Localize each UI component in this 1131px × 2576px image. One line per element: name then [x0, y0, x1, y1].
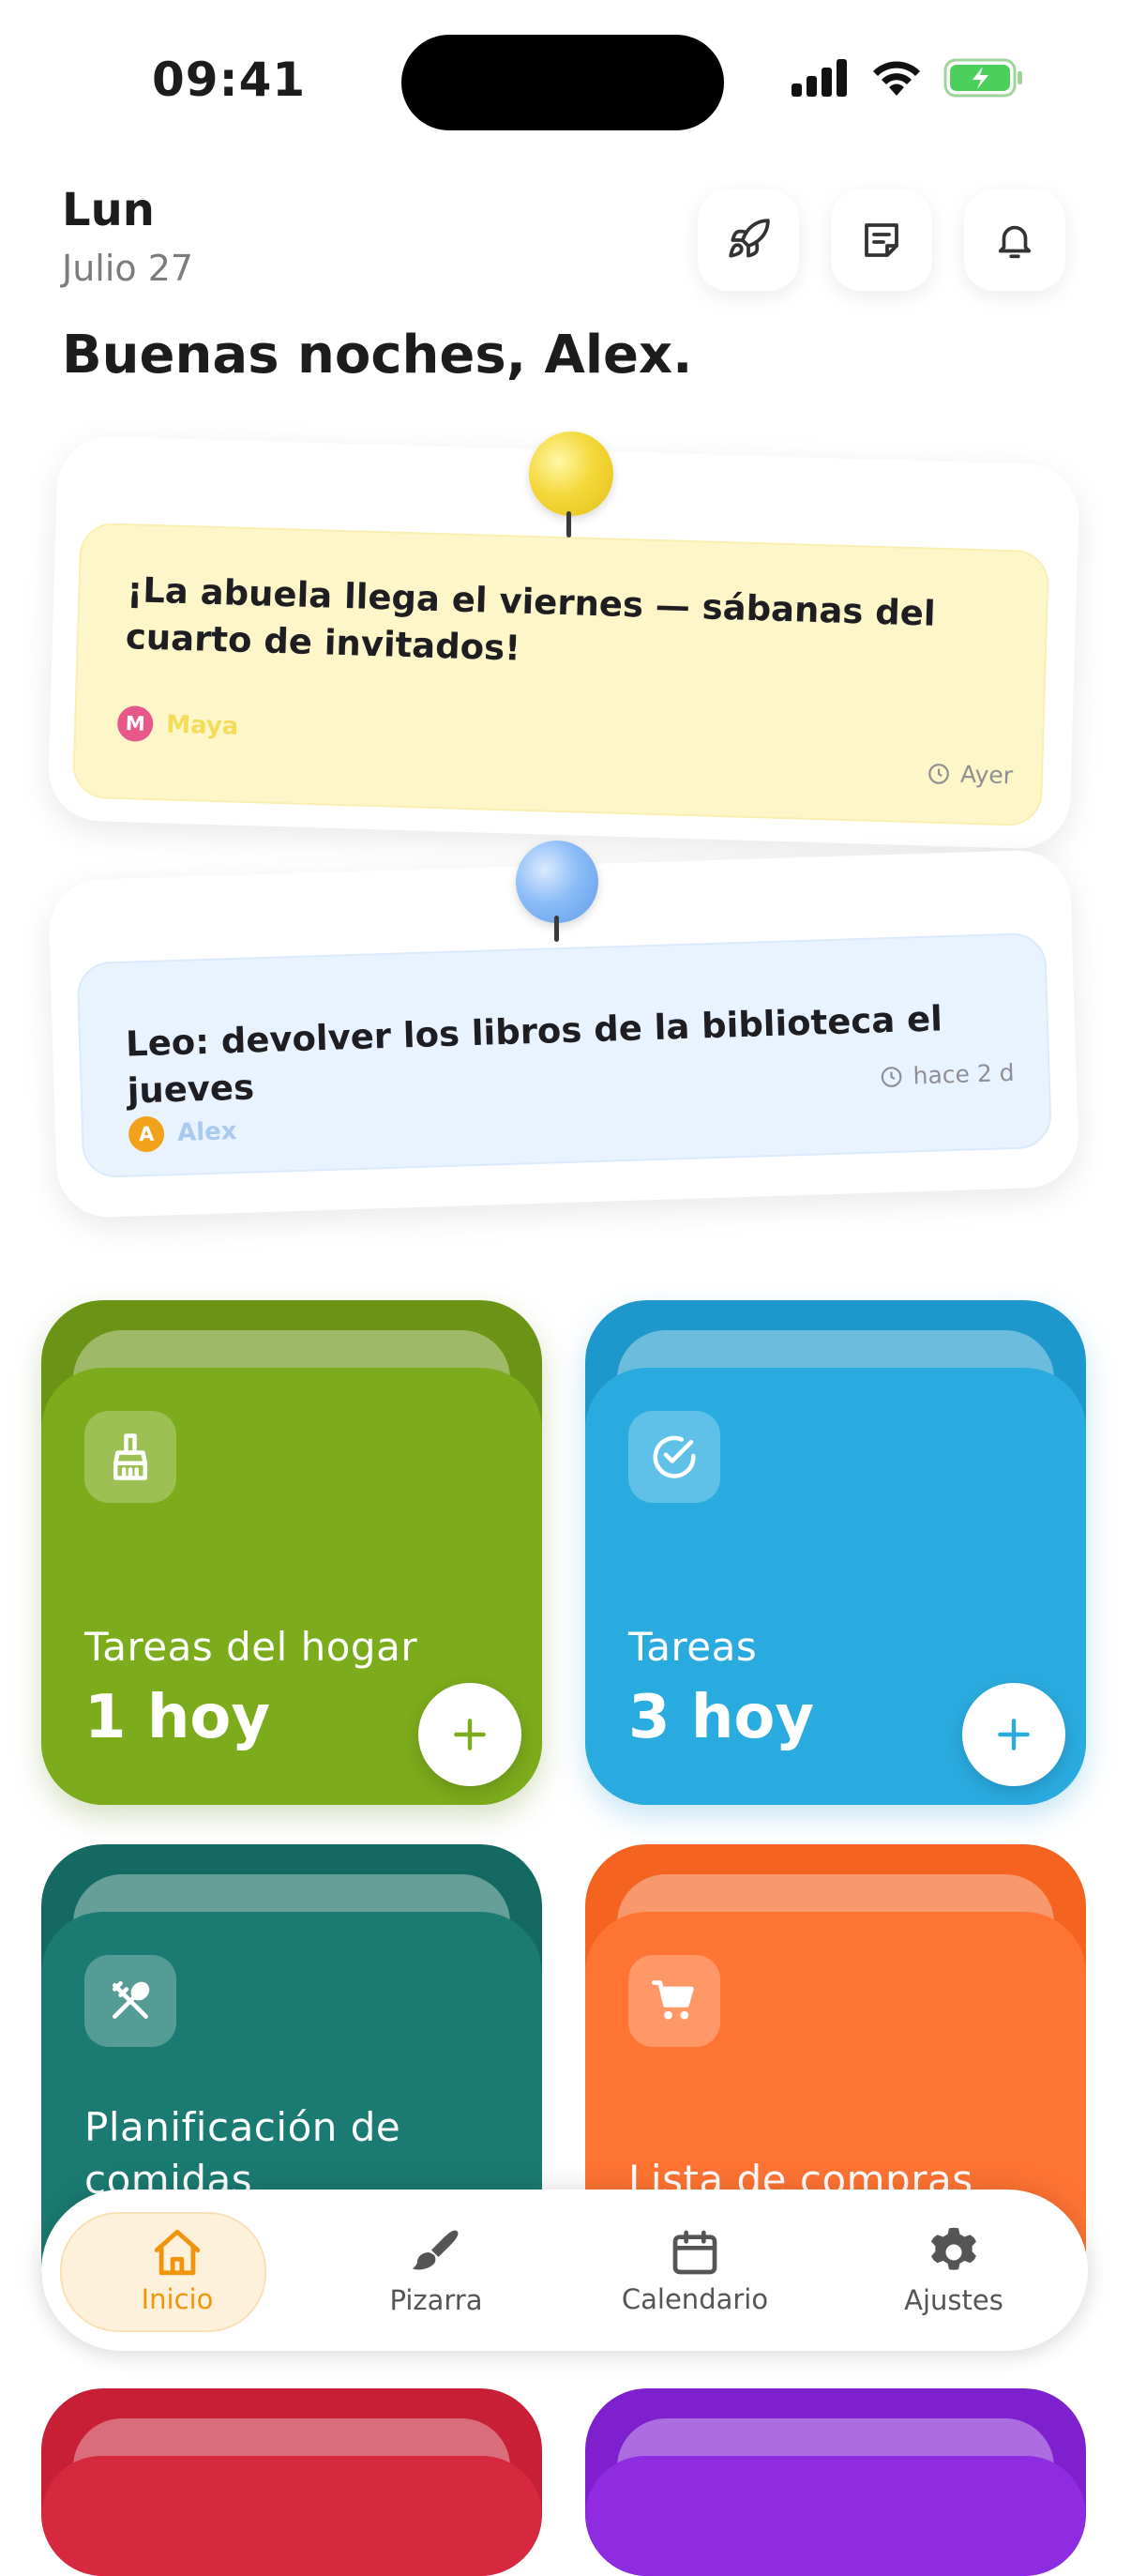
- tile-icon-box: [84, 1411, 176, 1503]
- clock-icon: [928, 763, 950, 784]
- tab-label: Pizarra: [389, 2284, 483, 2316]
- utensils-icon: [113, 1980, 150, 2019]
- tab-label: Ajustes: [904, 2284, 1003, 2316]
- rocket-icon: [729, 219, 770, 258]
- tab-bar: Inicio Pizarra Calendario Ajustes: [41, 2190, 1088, 2351]
- rocket-button[interactable]: [698, 189, 799, 291]
- tile-icon-box: [628, 1411, 720, 1503]
- tile-icon-box: [84, 1955, 176, 2047]
- note-icon: [865, 223, 898, 257]
- status-time: 09:41: [152, 53, 307, 107]
- add-task-button[interactable]: [962, 1683, 1065, 1786]
- check-circle-icon: [653, 1435, 696, 1478]
- notes-button[interactable]: [831, 189, 932, 291]
- weekday-label: Lun: [62, 184, 155, 236]
- note-author: A Alex: [128, 1114, 238, 1153]
- tile-title: Tareas: [628, 1624, 758, 1670]
- tile-tasks[interactable]: Tareas 3 hoy: [585, 1300, 1086, 1805]
- note-timestamp: hace 2 d: [879, 1059, 1015, 1091]
- tab-settings[interactable]: Ajustes: [837, 2190, 1071, 2351]
- plus-icon: [454, 1719, 486, 1750]
- clock-icon: [881, 1066, 902, 1087]
- broom-icon: [113, 1433, 147, 1480]
- tile-count: 1 hoy: [84, 1683, 271, 1752]
- tile-purple[interactable]: [585, 2388, 1086, 2576]
- pin-icon: [516, 841, 598, 923]
- pin-icon: [529, 432, 613, 516]
- add-chore-button[interactable]: [418, 1683, 521, 1786]
- tile-front: [585, 2456, 1086, 2576]
- avatar: A: [128, 1115, 165, 1153]
- wifi-icon: [873, 61, 920, 96]
- pin-needle: [566, 511, 571, 538]
- calendar-icon: [672, 2230, 717, 2275]
- note-author: M Maya: [116, 705, 239, 745]
- tab-label: Inicio: [141, 2283, 214, 2315]
- timestamp-text: hace 2 d: [912, 1058, 1015, 1090]
- greeting: Buenas noches, Alex.: [62, 325, 693, 386]
- home-icon: [154, 2229, 201, 2276]
- tab-board[interactable]: Pizarra: [319, 2190, 553, 2351]
- gear-icon: [931, 2227, 976, 2270]
- bell-icon: [998, 225, 1032, 259]
- cart-icon: [651, 1980, 694, 2020]
- battery-icon: [943, 58, 1022, 98]
- tab-home[interactable]: Inicio: [60, 2190, 294, 2351]
- tile-red[interactable]: [41, 2388, 542, 2576]
- tile-front: [41, 2456, 542, 2576]
- note-timestamp: Ayer: [927, 760, 1014, 790]
- tile-chores[interactable]: Tareas del hogar 1 hoy: [41, 1300, 542, 1805]
- dynamic-island: [401, 35, 724, 130]
- status-icons: [792, 58, 1024, 98]
- date-label: Julio 27: [62, 248, 194, 289]
- tile-title: Tareas del hogar: [84, 1624, 418, 1670]
- tile-icon-box: [628, 1955, 720, 2047]
- pin-needle: [554, 916, 559, 942]
- timestamp-text: Ayer: [959, 760, 1014, 790]
- tile-count: 3 hoy: [628, 1683, 815, 1752]
- signal-icon: [792, 59, 847, 97]
- avatar: M: [116, 705, 154, 743]
- brush-icon: [413, 2230, 459, 2270]
- tab-label: Calendario: [621, 2283, 769, 2315]
- author-name: Maya: [165, 710, 239, 741]
- plus-icon: [998, 1719, 1030, 1750]
- author-name: Alex: [176, 1117, 238, 1147]
- notifications-button[interactable]: [964, 189, 1065, 291]
- tab-calendar[interactable]: Calendario: [578, 2190, 812, 2351]
